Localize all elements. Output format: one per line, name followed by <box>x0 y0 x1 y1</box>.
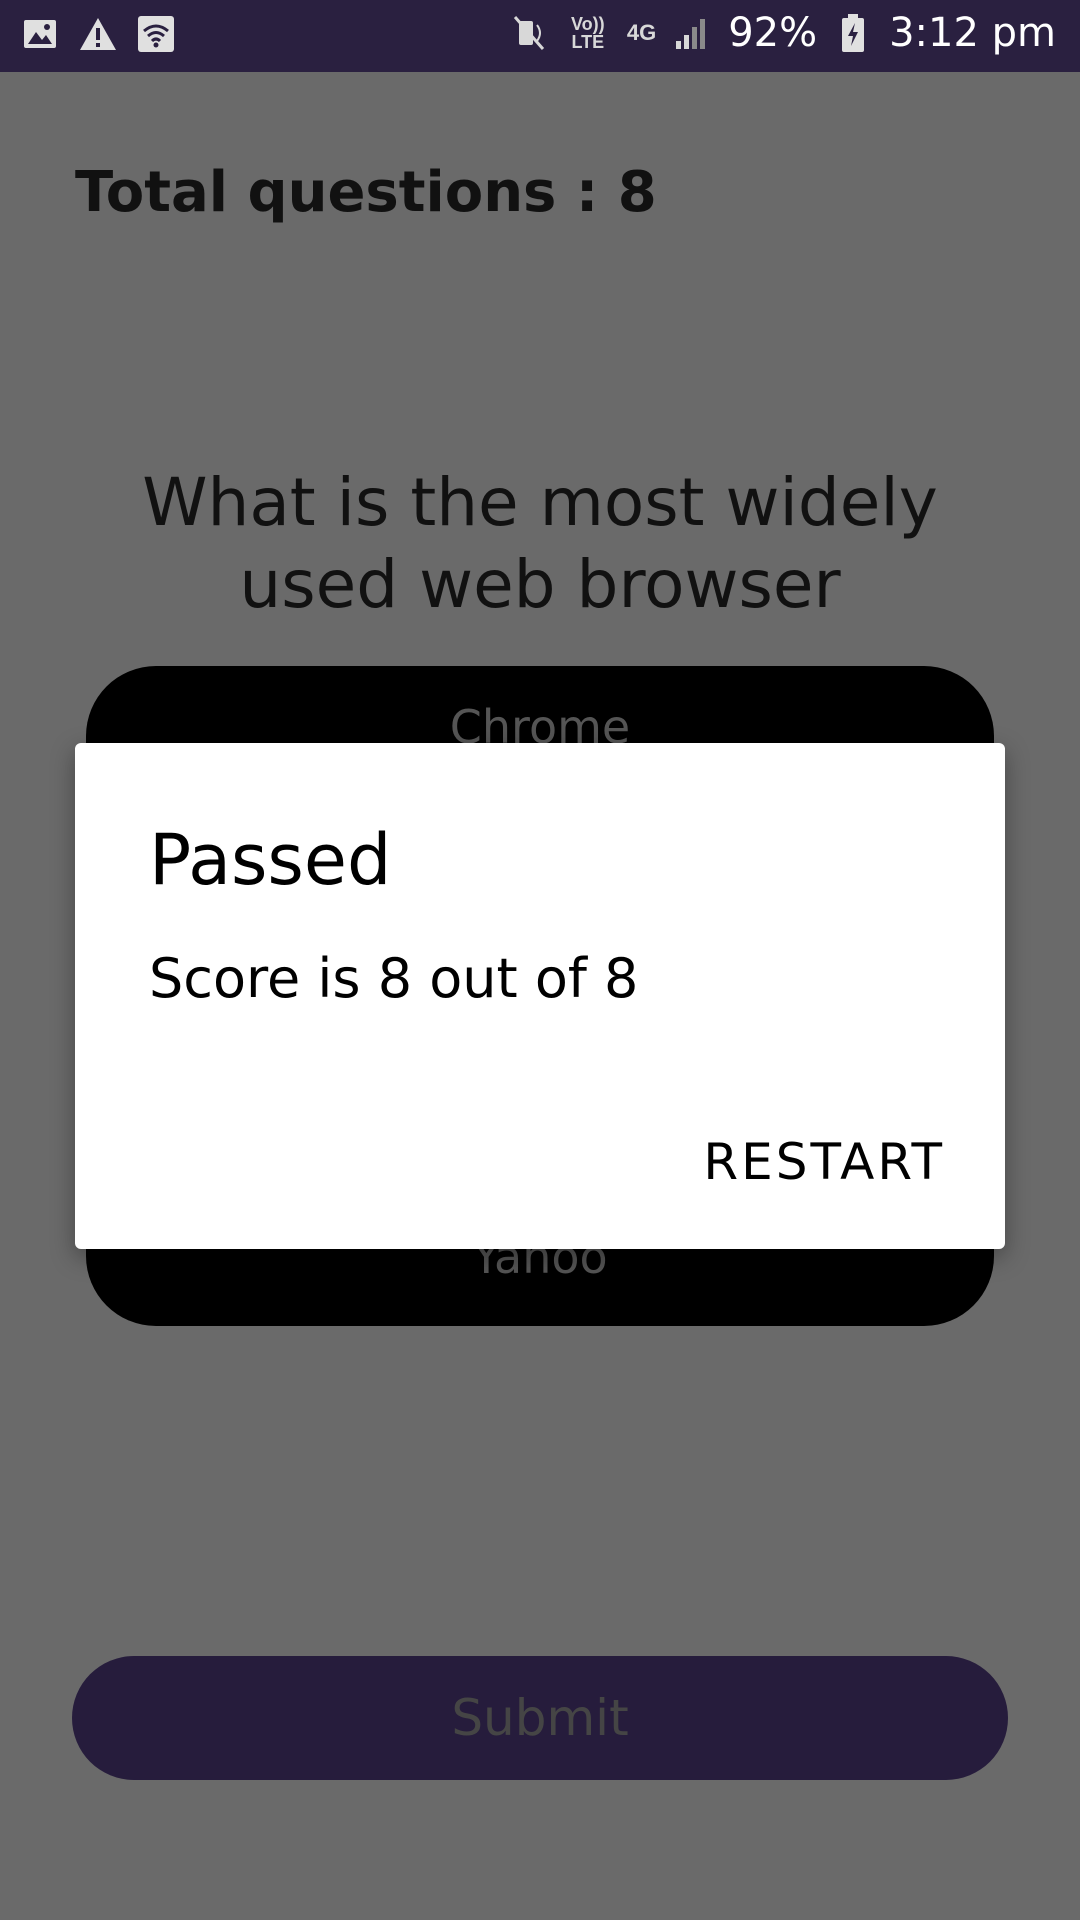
dialog-message: Score is 8 out of 8 <box>149 947 639 1010</box>
status-bar-left <box>20 14 176 54</box>
result-dialog: Passed Score is 8 out of 8 RESTART <box>75 743 1005 1249</box>
battery-charging-icon <box>833 13 873 53</box>
clock: 3:12 pm <box>889 10 1056 56</box>
warning-icon <box>78 14 118 54</box>
wifi-calling-icon <box>136 14 176 54</box>
dialog-title: Passed <box>149 819 392 901</box>
signal-icon <box>672 13 712 53</box>
restart-button[interactable]: RESTART <box>703 1133 945 1191</box>
submit-button[interactable]: Submit <box>72 1656 1008 1780</box>
mute-icon <box>509 13 549 53</box>
network-type: 4G <box>626 20 657 45</box>
image-icon <box>20 14 60 54</box>
status-bar: Vo)) LTE 4G 92% 3:12 pm <box>0 0 1080 72</box>
status-bar-right: Vo)) LTE 4G 92% 3:12 pm <box>509 10 1056 56</box>
total-questions-label: Total questions : 8 <box>75 160 657 225</box>
battery-percent: 92% <box>728 10 818 56</box>
volte-indicator: Vo)) LTE <box>571 14 605 52</box>
question-text: What is the most widely used web browser <box>142 464 938 623</box>
